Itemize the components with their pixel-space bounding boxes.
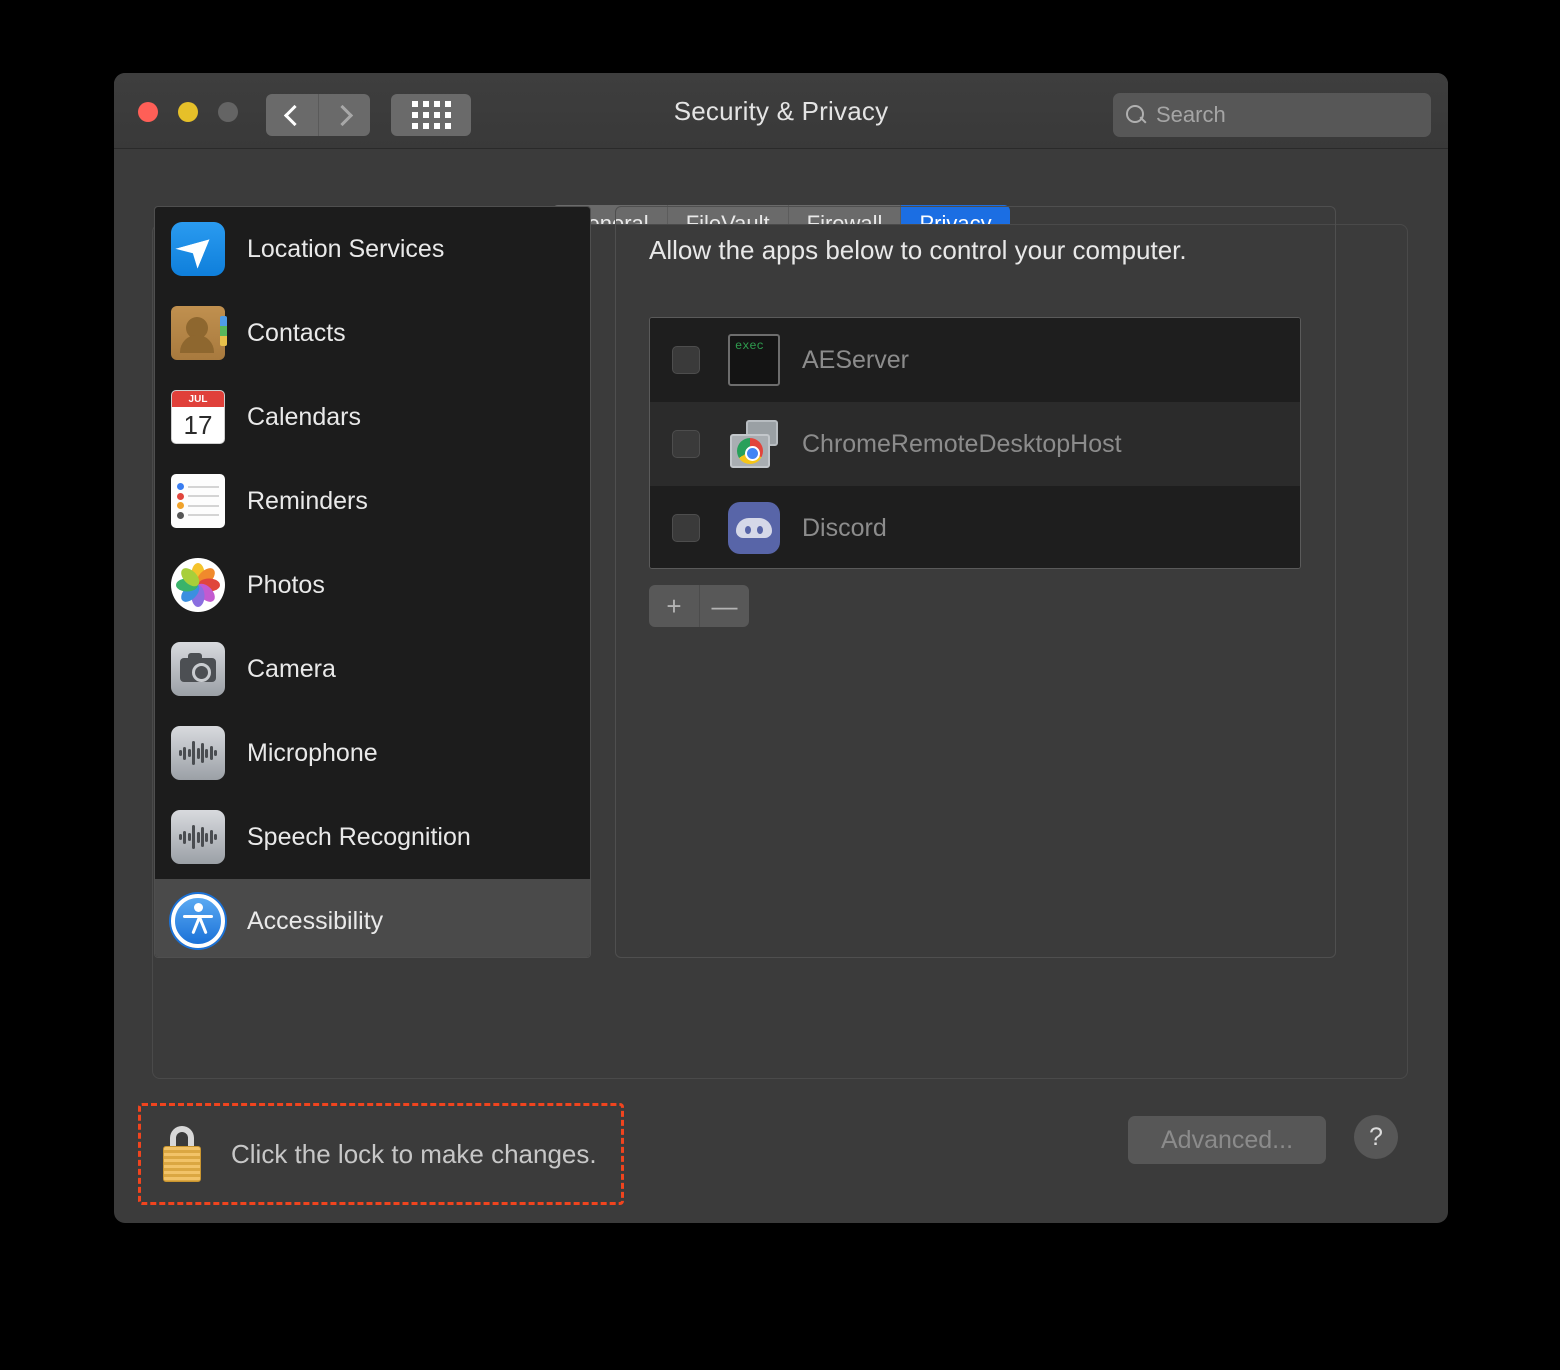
exec-icon-text: exec xyxy=(735,339,764,353)
app-name: AEServer xyxy=(802,346,909,375)
advanced-button[interactable]: Advanced... xyxy=(1128,1116,1326,1164)
sidebar-item-speech-recognition[interactable]: Speech Recognition xyxy=(155,795,590,879)
app-checkbox[interactable] xyxy=(672,346,700,374)
help-button[interactable]: ? xyxy=(1354,1115,1398,1159)
camera-icon xyxy=(171,642,225,696)
sidebar-item-location-services[interactable]: Location Services xyxy=(155,207,590,291)
accessibility-icon xyxy=(171,894,225,948)
table-row[interactable]: Discord xyxy=(650,486,1300,569)
panes-container: Location Services Contacts JUL 17 Calend… xyxy=(154,206,1336,958)
add-remove-buttons: + — xyxy=(649,585,749,627)
sidebar-item-label: Calendars xyxy=(247,403,361,432)
privacy-category-list: Location Services Contacts JUL 17 Calend… xyxy=(154,206,591,958)
discord-icon xyxy=(728,502,780,554)
allowed-apps-list[interactable]: exec AEServer ChromeRemoteDesktopHost xyxy=(649,317,1301,569)
sidebar-item-label: Reminders xyxy=(247,487,368,516)
closed-padlock-icon[interactable] xyxy=(159,1126,205,1182)
sidebar-item-label: Microphone xyxy=(247,739,378,768)
lock-annotation-highlight[interactable]: Click the lock to make changes. xyxy=(138,1103,624,1205)
lock-message: Click the lock to make changes. xyxy=(231,1139,597,1170)
app-checkbox[interactable] xyxy=(672,430,700,458)
sidebar-item-label: Contacts xyxy=(247,319,346,348)
remove-app-button[interactable]: — xyxy=(699,585,749,627)
sidebar-item-label: Accessibility xyxy=(247,907,383,936)
table-row[interactable]: ChromeRemoteDesktopHost xyxy=(650,402,1300,486)
reminders-icon xyxy=(171,474,225,528)
sidebar-item-camera[interactable]: Camera xyxy=(155,627,590,711)
speech-recognition-icon xyxy=(171,810,225,864)
search-icon xyxy=(1125,104,1147,126)
calendar-day: 17 xyxy=(172,407,224,443)
sidebar-item-label: Photos xyxy=(247,571,325,600)
add-app-button[interactable]: + xyxy=(649,585,699,627)
chrome-remote-desktop-icon xyxy=(728,418,780,470)
sidebar-item-microphone[interactable]: Microphone xyxy=(155,711,590,795)
search-placeholder: Search xyxy=(1156,102,1226,128)
sidebar-item-photos[interactable]: Photos xyxy=(155,543,590,627)
app-name: Discord xyxy=(802,514,887,543)
sidebar-item-contacts[interactable]: Contacts xyxy=(155,291,590,375)
sidebar-item-label: Speech Recognition xyxy=(247,823,471,852)
location-services-icon xyxy=(171,222,225,276)
app-name: ChromeRemoteDesktopHost xyxy=(802,430,1122,459)
sidebar-item-accessibility[interactable]: Accessibility xyxy=(155,879,590,958)
contacts-icon xyxy=(171,306,225,360)
microphone-icon xyxy=(171,726,225,780)
sidebar-item-calendars[interactable]: JUL 17 Calendars xyxy=(155,375,590,459)
app-permissions-pane: Allow the apps below to control your com… xyxy=(615,206,1336,958)
security-privacy-window: Security & Privacy Search General FileVa… xyxy=(114,73,1448,1223)
table-row[interactable]: exec AEServer xyxy=(650,318,1300,402)
search-field[interactable]: Search xyxy=(1113,93,1431,137)
sidebar-item-label: Location Services xyxy=(247,235,444,264)
sidebar-item-label: Camera xyxy=(247,655,336,684)
pane-title: Allow the apps below to control your com… xyxy=(649,235,1187,266)
calendars-icon: JUL 17 xyxy=(171,390,225,444)
calendar-month: JUL xyxy=(172,391,224,407)
app-checkbox[interactable] xyxy=(672,514,700,542)
photos-icon xyxy=(171,558,225,612)
window-titlebar: Security & Privacy Search xyxy=(114,73,1448,149)
exec-terminal-icon: exec xyxy=(728,334,780,386)
sidebar-item-reminders[interactable]: Reminders xyxy=(155,459,590,543)
